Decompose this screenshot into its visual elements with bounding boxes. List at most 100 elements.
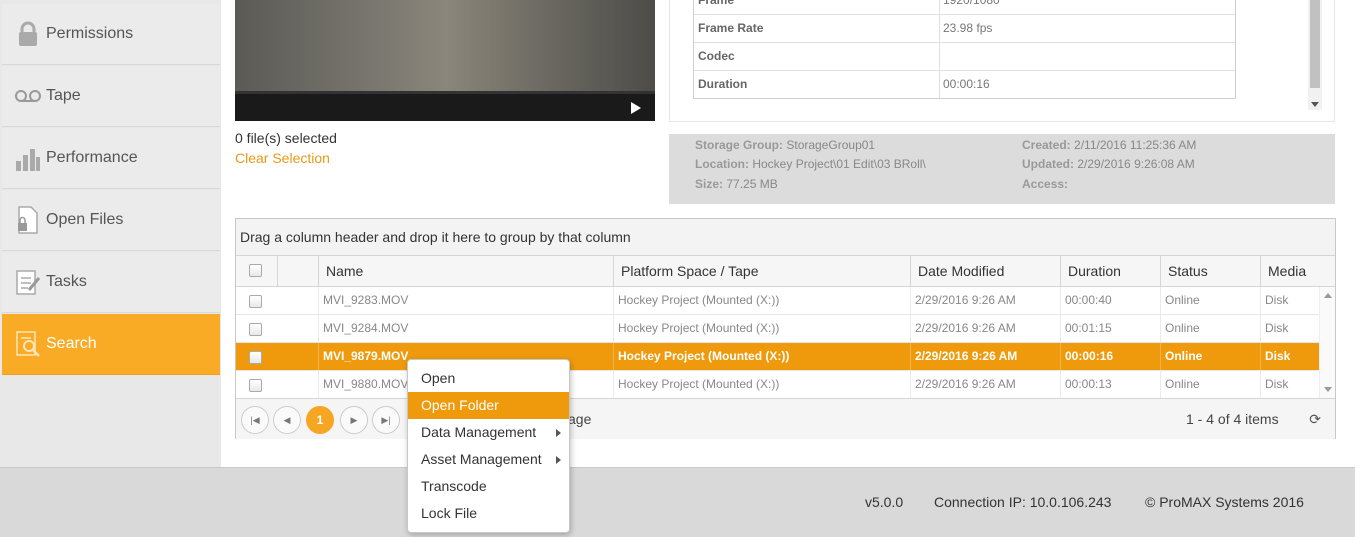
cell-space: Hockey Project (Mounted (X:))	[613, 287, 910, 314]
file-metadata: Storage Group: StorageGroup01 Location: …	[669, 134, 1335, 204]
file-grid: Drag a column header and drop it here to…	[235, 218, 1336, 439]
sidebar-item-performance[interactable]: Performance	[2, 128, 220, 189]
cell-media: Disk	[1260, 371, 1319, 398]
menu-item-asset-management[interactable]: Asset Management	[408, 446, 569, 473]
meta-updated: Updated: 2/29/2016 9:26:08 AM	[1022, 157, 1195, 171]
items-per-page-label: age	[568, 411, 592, 427]
cell-date: 2/29/2016 9:26 AM	[910, 315, 1060, 342]
search-doc-icon	[14, 330, 42, 358]
grid-scrollbar[interactable]	[1319, 287, 1335, 398]
row-checkbox[interactable]	[249, 379, 262, 392]
column-blank	[277, 256, 318, 286]
table-row[interactable]: MVI_9283.MOV Hockey Project (Mounted (X:…	[236, 287, 1319, 315]
pager-summary: 1 - 4 of 4 items	[1186, 411, 1279, 427]
sidebar-item-tasks[interactable]: Tasks	[2, 252, 220, 313]
context-menu: Open Open Folder Data Management Asset M…	[407, 359, 570, 533]
column-header-name[interactable]: Name	[318, 256, 613, 286]
info-value: 23.98 fps	[943, 21, 993, 35]
clear-selection-link[interactable]: Clear Selection	[235, 150, 330, 166]
table-row[interactable]: MVI_9284.MOV Hockey Project (Mounted (X:…	[236, 315, 1319, 343]
file-lock-icon	[14, 206, 42, 234]
cell-duration: 00:00:13	[1060, 371, 1160, 398]
scrollbar-thumb[interactable]	[1310, 0, 1320, 88]
row-checkbox[interactable]	[249, 323, 262, 336]
submenu-arrow-icon	[556, 456, 561, 464]
column-header-platform-space[interactable]: Platform Space / Tape	[613, 256, 910, 286]
last-page-icon[interactable]: ▶|	[372, 406, 400, 434]
sidebar-item-label: Permissions	[46, 25, 134, 42]
cell-space: Hockey Project (Mounted (X:))	[613, 371, 910, 398]
sidebar-item-search[interactable]: Search	[2, 314, 220, 375]
scroll-up-icon[interactable]	[1324, 293, 1332, 298]
footer: v5.0.0 Connection IP: 10.0.106.243 © Pro…	[0, 467, 1355, 537]
connection-ip: Connection IP: 10.0.106.243	[934, 494, 1112, 510]
sidebar: Permissions Tape Performance Open Files …	[0, 0, 221, 467]
cell-date: 2/29/2016 9:26 AM	[910, 287, 1060, 314]
scroll-down-icon[interactable]	[1311, 102, 1319, 107]
selection-count: 0 file(s) selected	[235, 130, 337, 146]
info-value: 1920/1080	[943, 0, 1000, 7]
copyright: © ProMAX Systems 2016	[1145, 494, 1304, 510]
info-row-partial: Frame 1920/1080	[694, 0, 1235, 14]
first-page-icon[interactable]: |◀	[241, 406, 269, 434]
cell-space: Hockey Project (Mounted (X:))	[613, 343, 910, 370]
info-scrollbar[interactable]	[1308, 0, 1322, 110]
menu-item-open[interactable]: Open	[408, 365, 569, 392]
file-info-table: Frame 1920/1080 Frame Rate 23.98 fps Cod…	[693, 0, 1236, 99]
sidebar-item-label: Tasks	[46, 273, 87, 290]
menu-item-label: Data Management	[421, 424, 537, 440]
menu-item-data-management[interactable]: Data Management	[408, 419, 569, 446]
sidebar-item-label: Tape	[46, 87, 81, 104]
menu-item-transcode[interactable]: Transcode	[408, 473, 569, 500]
menu-item-open-folder[interactable]: Open Folder	[408, 392, 569, 419]
column-header-status[interactable]: Status	[1160, 256, 1260, 286]
column-header-duration[interactable]: Duration	[1060, 256, 1160, 286]
info-row: Duration 00:00:16	[694, 70, 1235, 98]
grid-header: Name Platform Space / Tape Date Modified…	[236, 256, 1335, 287]
meta-access: Access:	[1022, 177, 1069, 191]
row-checkbox[interactable]	[249, 295, 262, 308]
cell-duration: 00:00:40	[1060, 287, 1160, 314]
column-header-date-modified[interactable]: Date Modified	[910, 256, 1060, 286]
info-key: Frame Rate	[694, 15, 940, 42]
sidebar-item-label: Performance	[46, 149, 138, 166]
sidebar-item-open-files[interactable]: Open Files	[2, 190, 220, 251]
tasks-icon	[14, 268, 42, 296]
group-drop-area[interactable]: Drag a column header and drop it here to…	[236, 219, 1335, 256]
menu-item-lock-file[interactable]: Lock File	[408, 500, 569, 527]
cell-name: MVI_9283.MOV	[318, 287, 613, 314]
info-row: Frame Rate 23.98 fps	[694, 14, 1235, 42]
row-checkbox[interactable]	[249, 351, 262, 364]
page-number-current[interactable]: 1	[306, 406, 334, 434]
select-all-checkbox[interactable]	[249, 264, 262, 277]
cell-media: Disk	[1260, 287, 1319, 314]
prev-page-icon[interactable]: ◀	[273, 406, 301, 434]
info-key: Codec	[694, 43, 940, 70]
scroll-down-icon[interactable]	[1324, 387, 1332, 392]
column-header-media[interactable]: Media	[1260, 256, 1321, 286]
table-row[interactable]: MVI_9880.MOV Hockey Project (Mounted (X:…	[236, 371, 1319, 399]
play-icon[interactable]	[631, 102, 641, 114]
cell-status: Online	[1160, 343, 1260, 370]
cell-status: Online	[1160, 315, 1260, 342]
next-page-icon[interactable]: ▶	[340, 406, 368, 434]
cell-date: 2/29/2016 9:26 AM	[910, 343, 1060, 370]
info-key: Frame	[694, 0, 940, 14]
cell-space: Hockey Project (Mounted (X:))	[613, 315, 910, 342]
info-value: 00:00:16	[943, 77, 990, 91]
info-key: Duration	[694, 71, 940, 98]
cell-name: MVI_9284.MOV	[318, 315, 613, 342]
sidebar-item-label: Search	[46, 335, 97, 352]
meta-created: Created: 2/11/2016 11:25:36 AM	[1022, 138, 1197, 152]
submenu-arrow-icon	[556, 429, 561, 437]
video-preview	[235, 0, 655, 121]
meta-location: Location: Hockey Project\01 Edit\03 BRol…	[695, 157, 926, 171]
sidebar-item-permissions[interactable]: Permissions	[2, 4, 220, 65]
sidebar-item-tape[interactable]: Tape	[2, 66, 220, 127]
refresh-icon[interactable]: ⟳	[1309, 411, 1321, 428]
table-row-selected[interactable]: MVI_9879.MOV Hockey Project (Mounted (X:…	[236, 343, 1319, 371]
select-all-column	[236, 256, 277, 286]
cell-date: 2/29/2016 9:26 AM	[910, 371, 1060, 398]
cell-status: Online	[1160, 287, 1260, 314]
meta-storage-group: Storage Group: StorageGroup01	[695, 138, 876, 152]
